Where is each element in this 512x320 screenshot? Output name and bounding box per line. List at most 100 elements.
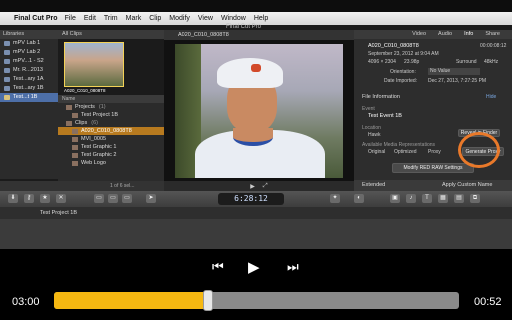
enhance-icon[interactable]: ✦ <box>330 194 340 203</box>
clip-thumbnail[interactable] <box>64 42 124 87</box>
list-item[interactable]: Test Project 1B <box>58 111 164 119</box>
viewer-transport: ▶ ⤢ <box>164 181 354 191</box>
browser-footer: 1 of 6 sel... <box>0 181 164 191</box>
library-icon <box>4 59 10 64</box>
library-item[interactable]: Test...ary 1B <box>0 84 58 93</box>
photos-icon[interactable]: ▣ <box>390 194 400 203</box>
progress-knob[interactable] <box>202 290 213 311</box>
graphic-icon <box>72 144 78 150</box>
library-icon <box>4 77 10 82</box>
menu-view[interactable]: View <box>198 15 213 22</box>
menu-edit[interactable]: Edit <box>84 15 96 22</box>
clip-name: A020_C010_0808T8 <box>368 43 419 49</box>
highlight-circle <box>458 132 500 168</box>
play-icon[interactable]: ▶ <box>248 258 260 276</box>
hide-link[interactable]: Hide <box>486 94 496 100</box>
library-item[interactable]: mPV Lab 2 <box>0 48 58 57</box>
library-icon <box>4 68 10 73</box>
modify-red-raw-button[interactable]: Modify RED RAW Settings <box>392 163 474 173</box>
edit-insert-icon[interactable]: ▭ <box>108 194 118 203</box>
list-item[interactable]: Web Logo <box>58 159 164 167</box>
reps-label: Available Media Representations <box>362 142 436 148</box>
event-item-selected[interactable]: Test...t 1B <box>0 93 58 102</box>
orientation-label: Orientation: <box>390 69 416 75</box>
list-item[interactable]: Test Graphic 2 <box>58 151 164 159</box>
apply-custom-name-select[interactable]: Apply Custom Name <box>442 180 492 191</box>
orientation-select[interactable]: No Value <box>428 68 480 75</box>
list-item[interactable]: MVI_0005 <box>58 135 164 143</box>
select-tool-icon[interactable]: ➤ <box>146 194 156 203</box>
edit-connect-icon[interactable]: ▭ <box>94 194 104 203</box>
menu-trim[interactable]: Trim <box>104 15 118 22</box>
list-item[interactable]: Projects (1) <box>58 103 164 111</box>
menu-modify[interactable]: Modify <box>169 15 190 22</box>
view-mode-select[interactable]: Extended <box>362 180 385 191</box>
fullscreen-icon[interactable]: ⤢ <box>263 183 268 190</box>
timeline[interactable] <box>0 219 512 249</box>
libraries-list: mPV Lab 1 mPV Lab 2 mPV...1 - S2 Mr. R..… <box>0 39 58 179</box>
edit-append-icon[interactable]: ▭ <box>122 194 132 203</box>
inspector: Video Audio Info Share A020_C010_0808T8 … <box>354 30 512 191</box>
progress-fill <box>54 292 208 309</box>
rep-optimized: Optimized <box>394 149 417 155</box>
libraries-header: Libraries <box>0 30 58 39</box>
inspector-footer: Extended Apply Custom Name <box>354 180 512 191</box>
video-frame[interactable] <box>175 44 343 178</box>
list-header[interactable]: Name <box>58 95 164 103</box>
library-icon <box>4 41 10 46</box>
menu-help[interactable]: Help <box>254 15 268 22</box>
clip-icon <box>72 136 78 142</box>
menu-window[interactable]: Window <box>221 15 246 22</box>
library-item[interactable]: Mr. R...2013 <box>0 66 58 75</box>
folder-icon <box>66 104 72 110</box>
tab-info[interactable]: Info <box>464 30 473 39</box>
rep-proxy: Proxy <box>428 149 441 155</box>
graphic-icon <box>72 152 78 158</box>
library-icon <box>4 86 10 91</box>
imported-label: Date Imported: <box>384 78 418 84</box>
library-item[interactable]: mPV...1 - S2 <box>0 57 58 66</box>
app-menu[interactable]: Final Cut Pro <box>14 15 58 22</box>
cap-logo-shape <box>251 64 261 72</box>
list-item[interactable]: Clips (6) <box>58 119 164 127</box>
list-item[interactable]: Test Graphic 1 <box>58 143 164 151</box>
folder-icon <box>66 120 72 126</box>
viewer: A020_C010_0808T8 ▶ ⤢ <box>164 30 354 191</box>
clip-audio: Surround <box>456 59 477 65</box>
clips-filter[interactable]: All Clips <box>58 30 164 39</box>
clip-date: September 23, 2012 at 9:04 AM <box>368 51 439 57</box>
import-icon[interactable]: ⬇ <box>8 194 18 203</box>
titles-icon[interactable]: T <box>422 194 432 203</box>
tab-share[interactable]: Share <box>485 30 500 39</box>
toolbar: ⬇ ⚷ ★ ✕ ▭ ▭ ▭ ➤ 6:28:12 ✦ ◐ ▣ ♪ T ▦ ▤ ⧉ <box>0 191 512 207</box>
music-icon[interactable]: ♪ <box>406 194 416 203</box>
previous-icon[interactable]: ⏮ <box>212 259 224 275</box>
library-item[interactable]: mPV Lab 1 <box>0 39 58 48</box>
menu-clip[interactable]: Clip <box>149 15 161 22</box>
library-item[interactable]: Test...ary 1A <box>0 75 58 84</box>
menu-mark[interactable]: Mark <box>126 15 142 22</box>
event-browser-list: Name Projects (1) Test Project 1B Clips (6… <box>58 95 164 181</box>
favorite-icon[interactable]: ★ <box>40 194 50 203</box>
color-icon[interactable]: ◐ <box>354 194 364 203</box>
screen: Final Cut Pro File Edit Trim Mark Clip M… <box>0 0 512 320</box>
tab-video[interactable]: Video <box>412 30 426 39</box>
play-icon[interactable]: ▶ <box>250 183 255 190</box>
reject-icon[interactable]: ✕ <box>56 194 66 203</box>
keyword-icon[interactable]: ⚷ <box>24 194 34 203</box>
generators-icon[interactable]: ▦ <box>438 194 448 203</box>
cap-shape <box>217 58 283 88</box>
themes-icon[interactable]: ▤ <box>454 194 464 203</box>
list-item-selected[interactable]: A020_C010_0808T8 <box>58 127 164 135</box>
timecode-display[interactable]: 6:28:12 <box>218 193 284 205</box>
viewer-title: A020_C010_0808T8 <box>164 30 354 40</box>
project-icon <box>72 112 78 118</box>
file-info-heading: File Information <box>362 94 400 100</box>
tab-audio[interactable]: Audio <box>438 30 452 39</box>
graphic-icon <box>72 160 78 166</box>
transitions-icon[interactable]: ⧉ <box>470 194 480 203</box>
progress-bar[interactable] <box>54 292 459 309</box>
menu-file[interactable]: File <box>65 15 76 22</box>
inspector-tabs: Video Audio Info Share <box>354 30 512 39</box>
next-icon[interactable]: ⏭ <box>287 259 299 275</box>
